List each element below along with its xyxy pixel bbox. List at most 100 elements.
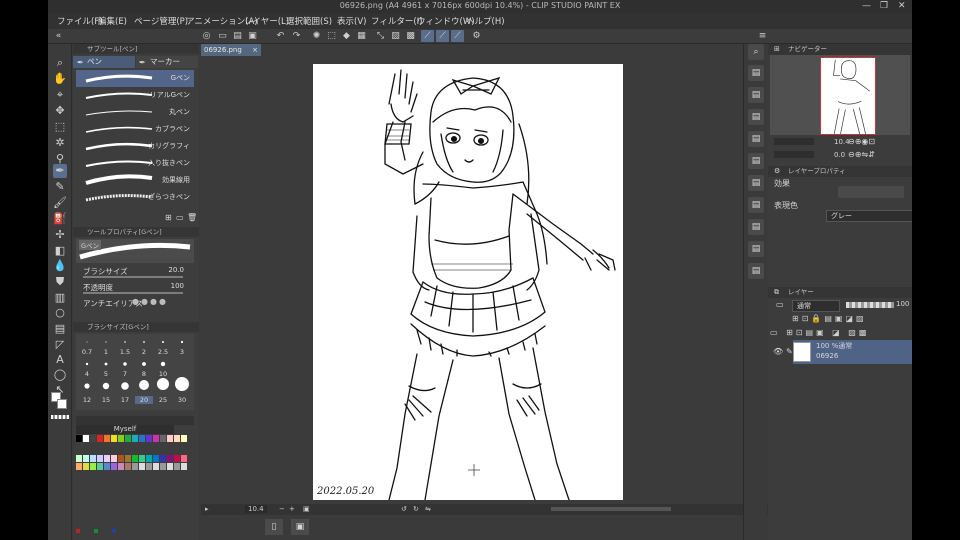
- menu-edit[interactable]: 編集(E): [98, 15, 127, 27]
- color-swatch[interactable]: [153, 455, 159, 462]
- document-tab[interactable]: 06926.png ×: [201, 44, 261, 56]
- panel-menu-icon[interactable]: ≡: [756, 30, 769, 42]
- color-swatch[interactable]: [97, 435, 103, 442]
- color-swatch[interactable]: [174, 463, 180, 470]
- material-3-icon[interactable]: ▤: [748, 109, 764, 125]
- color-swatch[interactable]: [118, 455, 124, 462]
- color-swatch[interactable]: [83, 455, 89, 462]
- animation-panel-toggle-icon[interactable]: ▣: [291, 519, 309, 535]
- brush-tool-icon[interactable]: 🖌: [53, 196, 67, 210]
- invert-selection-icon[interactable]: ▨: [389, 30, 402, 42]
- color-set-selector[interactable]: Myself: [76, 425, 174, 434]
- pen-tool-icon[interactable]: ✒: [53, 164, 67, 178]
- color-swatch[interactable]: [76, 455, 82, 462]
- blend-mode-select[interactable]: 通常: [792, 300, 840, 312]
- brush-item-calligraphy[interactable]: カリグラフィ: [76, 138, 194, 155]
- menu-filter[interactable]: フィルター(I): [371, 15, 422, 27]
- navigator-zoom-slider[interactable]: [774, 138, 814, 145]
- undo-icon[interactable]: ↶: [274, 30, 287, 42]
- color-swatch[interactable]: [111, 463, 117, 470]
- zoom-in-icon[interactable]: +: [289, 505, 295, 513]
- loading-icon[interactable]: ✺: [310, 30, 323, 42]
- brush-item-kabura-pen[interactable]: カブラペン: [76, 121, 194, 138]
- open-file-icon[interactable]: ▤: [231, 30, 244, 42]
- rotate-right-icon[interactable]: ↻: [413, 505, 419, 513]
- ruler-tool-icon[interactable]: ◸: [53, 338, 67, 352]
- color-swatch[interactable]: [125, 435, 131, 442]
- color-swatch[interactable]: [132, 455, 138, 462]
- layer-opacity-slider[interactable]: [846, 302, 894, 308]
- menu-help[interactable]: ヘルプ(H): [466, 15, 505, 27]
- color-swatch[interactable]: [160, 463, 166, 470]
- effect-buttons[interactable]: [838, 186, 904, 198]
- color-swatch[interactable]: [111, 435, 117, 442]
- antialias-property[interactable]: アンチエイリアス ●●●●: [76, 296, 194, 310]
- deselect-icon[interactable]: ⤡: [374, 30, 387, 42]
- brush-size-property[interactable]: ブラシサイズ 20.0: [76, 264, 194, 278]
- brush-item-g-pen[interactable]: Gペン: [76, 70, 194, 87]
- color-swatch[interactable]: [118, 463, 124, 470]
- close-tab-icon[interactable]: ×: [252, 44, 258, 56]
- material-2-icon[interactable]: ▤: [748, 87, 764, 103]
- size-preset-12[interactable]: 12: [78, 396, 96, 404]
- airbrush-tool-icon[interactable]: ⛽: [53, 212, 67, 226]
- color-swatch[interactable]: [132, 435, 138, 442]
- operation-tool-icon[interactable]: ⌖: [53, 88, 67, 102]
- color-swatch[interactable]: [76, 435, 82, 442]
- size-preset-20[interactable]: 20: [135, 396, 153, 404]
- color-swatch[interactable]: [97, 455, 103, 462]
- balloon-tool-icon[interactable]: ◯: [53, 368, 67, 382]
- menu-layer[interactable]: レイヤー(L): [244, 15, 289, 27]
- decoration-tool-icon[interactable]: ✢: [53, 228, 67, 242]
- navigator-preview[interactable]: [770, 55, 910, 135]
- collapse-icon[interactable]: «: [52, 30, 65, 42]
- color-swatch[interactable]: [153, 463, 159, 470]
- color-swatch[interactable]: [125, 463, 131, 470]
- stabilize-3-icon[interactable]: ⟋: [451, 30, 464, 42]
- color-swatch[interactable]: [181, 435, 187, 442]
- copy-sub-tool-icon[interactable]: ▭: [176, 213, 184, 222]
- color-swatch[interactable]: [97, 463, 103, 470]
- antialias-options[interactable]: ●●●●: [132, 297, 168, 306]
- search-icon[interactable]: ⌕: [748, 44, 764, 60]
- figure-tool-icon[interactable]: ○: [53, 306, 67, 320]
- color-swatch[interactable]: [153, 435, 159, 442]
- fill-icon[interactable]: ◆: [340, 30, 353, 42]
- transform-icon[interactable]: ⬚: [325, 30, 338, 42]
- menu-page[interactable]: ページ管理(P): [134, 15, 188, 27]
- app-icon[interactable]: ◎: [200, 30, 213, 42]
- brush-item-maru-pen[interactable]: 丸ペン: [76, 104, 194, 121]
- fit-view-icon[interactable]: ▣: [303, 505, 310, 513]
- layer-row[interactable]: 100 %通常 06926: [793, 340, 912, 364]
- clear-icon[interactable]: ▦: [355, 30, 368, 42]
- color-swatch[interactable]: [181, 463, 187, 470]
- size-preset-25[interactable]: 25: [154, 396, 172, 404]
- flip-icon[interactable]: ⇋: [425, 505, 431, 513]
- expression-color-select[interactable]: グレー: [826, 210, 912, 222]
- color-swatch[interactable]: [125, 455, 131, 462]
- blend-tool-icon[interactable]: 💧: [53, 259, 67, 273]
- color-swatch[interactable]: [118, 435, 124, 442]
- color-swatch[interactable]: [90, 435, 96, 442]
- eye-icon[interactable]: 👁: [773, 347, 783, 356]
- frame-tool-icon[interactable]: ▤: [53, 322, 67, 336]
- size-preset-17[interactable]: 17: [116, 396, 134, 404]
- color-swatch[interactable]: [167, 435, 173, 442]
- menu-view[interactable]: 表示(V): [337, 15, 366, 27]
- material-5-icon[interactable]: ▤: [748, 153, 764, 169]
- close-icon[interactable]: ✕: [898, 1, 906, 11]
- save-icon[interactable]: ▣: [246, 30, 259, 42]
- color-swatch[interactable]: [160, 435, 166, 442]
- transparent-color-swatch[interactable]: [51, 415, 69, 419]
- settings-icon[interactable]: ⚙: [470, 30, 483, 42]
- navigation-arrows-icon[interactable]: ▸: [205, 505, 209, 513]
- gradient-tool-icon[interactable]: ▥: [53, 291, 67, 305]
- selection-tool-icon[interactable]: ⬚: [53, 120, 67, 134]
- color-swatches[interactable]: [76, 435, 190, 487]
- layer-toggle-icon[interactable]: ▭: [776, 300, 784, 309]
- text-tool-icon[interactable]: A: [53, 353, 67, 367]
- color-swatch[interactable]: [76, 463, 82, 470]
- opacity-property[interactable]: 不透明度 100: [76, 280, 194, 294]
- color-swatch[interactable]: [104, 455, 110, 462]
- color-swatch[interactable]: [160, 455, 166, 462]
